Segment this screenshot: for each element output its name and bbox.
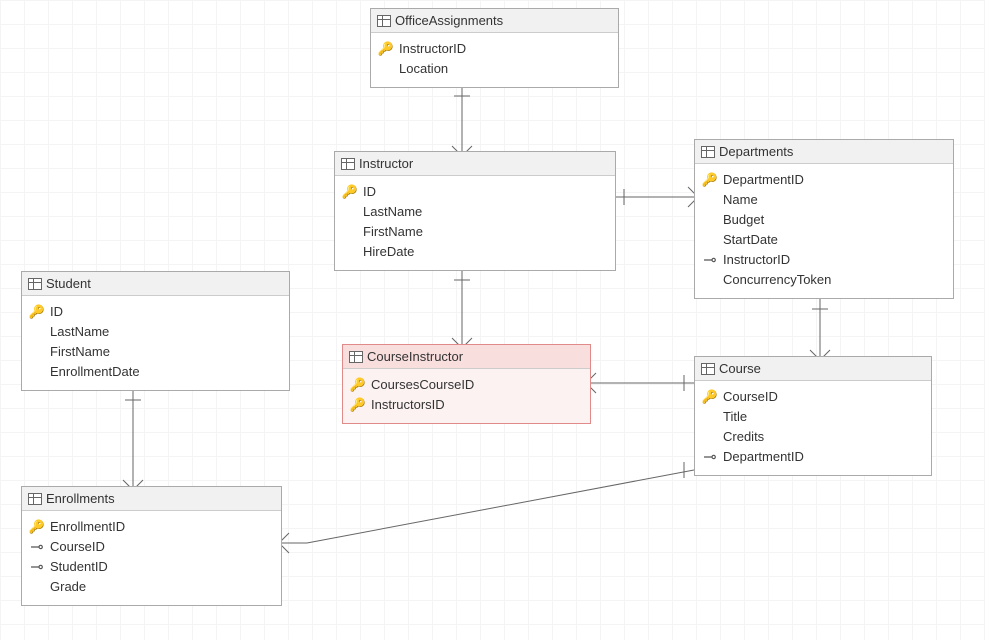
column: FirstName — [343, 222, 607, 242]
column-list: 🔑InstructorID Location — [371, 33, 618, 87]
key-icon: 🔑 — [703, 170, 717, 190]
key-icon: 🔑 — [30, 302, 44, 322]
entity-office-assignments[interactable]: OfficeAssignments 🔑InstructorID Location — [370, 8, 619, 88]
entity-title: Student — [46, 276, 91, 291]
column: 🔑ID — [343, 182, 607, 202]
column: Budget — [703, 210, 945, 230]
column: 🔑EnrollmentID — [30, 517, 273, 537]
entity-header: Student — [22, 272, 289, 296]
entity-title: Course — [719, 361, 761, 376]
column: LastName — [343, 202, 607, 222]
entity-course[interactable]: Course 🔑CourseID Title Credits ⊸Departme… — [694, 356, 932, 476]
column: FirstName — [30, 342, 281, 362]
column: ⊸InstructorID — [703, 250, 945, 270]
column: ⊸StudentID — [30, 557, 273, 577]
table-icon — [28, 493, 42, 505]
column-list: 🔑ID LastName FirstName HireDate — [335, 176, 615, 270]
entity-header: Instructor — [335, 152, 615, 176]
column: ⊸DepartmentID — [703, 447, 923, 467]
key-icon: 🔑 — [351, 375, 365, 395]
column: 🔑CourseID — [703, 387, 923, 407]
entity-title: OfficeAssignments — [395, 13, 503, 28]
key-icon: 🔑 — [343, 182, 357, 202]
entity-header: Departments — [695, 140, 953, 164]
column: Credits — [703, 427, 923, 447]
column-list: 🔑ID LastName FirstName EnrollmentDate — [22, 296, 289, 390]
column-list: 🔑EnrollmentID ⊸CourseID ⊸StudentID Grade — [22, 511, 281, 605]
column: 🔑CoursesCourseID — [351, 375, 582, 395]
column: Title — [703, 407, 923, 427]
entity-course-instructor[interactable]: CourseInstructor 🔑CoursesCourseID 🔑Instr… — [342, 344, 591, 424]
entity-student[interactable]: Student 🔑ID LastName FirstName Enrollmen… — [21, 271, 290, 391]
entity-title: Instructor — [359, 156, 413, 171]
column-list: 🔑CourseID Title Credits ⊸DepartmentID — [695, 381, 931, 475]
key-icon: 🔑 — [351, 395, 365, 415]
fk-icon: ⊸ — [30, 561, 44, 575]
column-list: 🔑DepartmentID Name Budget StartDate ⊸Ins… — [695, 164, 953, 298]
fk-icon: ⊸ — [30, 541, 44, 555]
column: 🔑InstructorID — [379, 39, 610, 59]
column: EnrollmentDate — [30, 362, 281, 382]
key-icon: 🔑 — [703, 387, 717, 407]
column: StartDate — [703, 230, 945, 250]
entity-title: Departments — [719, 144, 793, 159]
entity-title: CourseInstructor — [367, 349, 463, 364]
column: 🔑InstructorsID — [351, 395, 582, 415]
entity-header: Course — [695, 357, 931, 381]
column-list: 🔑CoursesCourseID 🔑InstructorsID — [343, 369, 590, 423]
column: Grade — [30, 577, 273, 597]
column: 🔑DepartmentID — [703, 170, 945, 190]
column: Name — [703, 190, 945, 210]
table-icon — [28, 278, 42, 290]
column: HireDate — [343, 242, 607, 262]
entity-header: CourseInstructor — [343, 345, 590, 369]
key-icon: 🔑 — [379, 39, 393, 59]
column: 🔑ID — [30, 302, 281, 322]
column: Location — [379, 59, 610, 79]
entity-instructor[interactable]: Instructor 🔑ID LastName FirstName HireDa… — [334, 151, 616, 271]
table-icon — [341, 158, 355, 170]
key-icon: 🔑 — [30, 517, 44, 537]
entity-title: Enrollments — [46, 491, 115, 506]
table-icon — [701, 363, 715, 375]
entity-enrollments[interactable]: Enrollments 🔑EnrollmentID ⊸CourseID ⊸Stu… — [21, 486, 282, 606]
column: ConcurrencyToken — [703, 270, 945, 290]
table-icon — [349, 351, 363, 363]
column: ⊸CourseID — [30, 537, 273, 557]
diagram-canvas: OfficeAssignments 🔑InstructorID Location… — [0, 0, 985, 640]
column: LastName — [30, 322, 281, 342]
table-icon — [377, 15, 391, 27]
entity-header: OfficeAssignments — [371, 9, 618, 33]
fk-icon: ⊸ — [703, 254, 717, 268]
entity-header: Enrollments — [22, 487, 281, 511]
entity-departments[interactable]: Departments 🔑DepartmentID Name Budget St… — [694, 139, 954, 299]
fk-icon: ⊸ — [703, 451, 717, 465]
table-icon — [701, 146, 715, 158]
